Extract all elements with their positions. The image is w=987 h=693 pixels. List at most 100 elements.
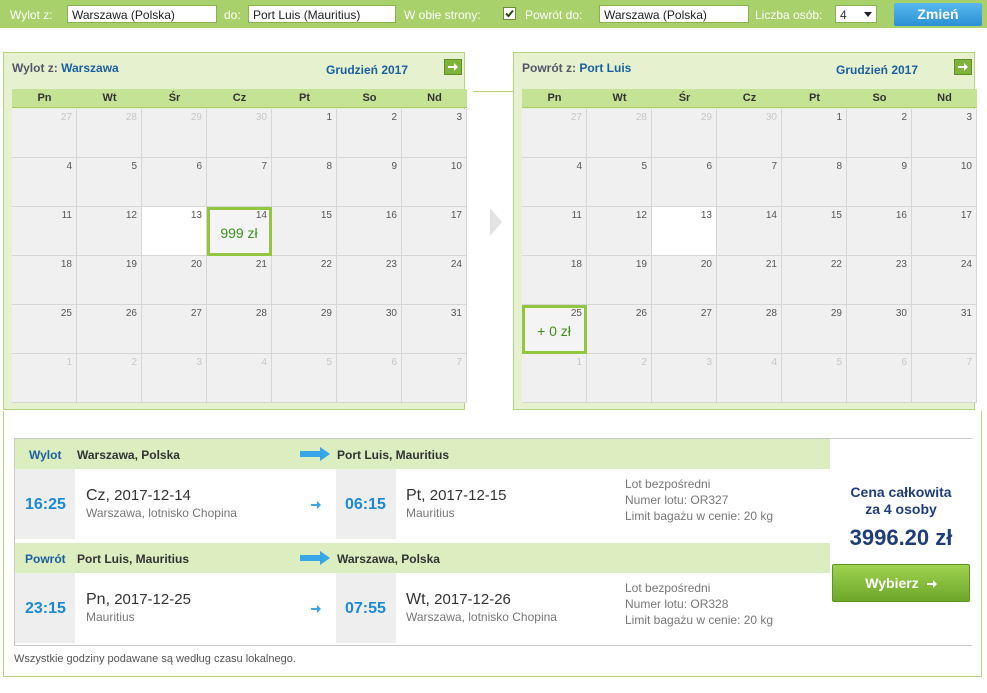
day-cell[interactable]: 11 bbox=[522, 207, 587, 256]
day-cell[interactable]: 27 bbox=[652, 305, 717, 354]
day-cell[interactable]: 3 bbox=[652, 354, 717, 403]
day-cell[interactable]: 1 bbox=[782, 109, 847, 158]
day-cell[interactable]: 8 bbox=[272, 158, 337, 207]
day-cell[interactable]: 29 bbox=[272, 305, 337, 354]
day-cell[interactable]: 31 bbox=[402, 305, 467, 354]
day-cell[interactable]: 5 bbox=[77, 158, 142, 207]
day-number: 15 bbox=[830, 210, 842, 221]
day-cell[interactable]: 2 bbox=[337, 109, 402, 158]
day-cell[interactable]: 27 bbox=[142, 305, 207, 354]
day-cell[interactable]: 11 bbox=[12, 207, 77, 256]
day-cell[interactable]: 20 bbox=[652, 256, 717, 305]
day-cell[interactable]: 30 bbox=[847, 305, 912, 354]
day-cell[interactable]: 13 bbox=[652, 207, 717, 256]
selected-day-cell[interactable]: 25 + 0 zł bbox=[522, 305, 587, 354]
persons-select[interactable]: 4 bbox=[835, 5, 877, 23]
day-cell[interactable]: 3 bbox=[912, 109, 977, 158]
day-number: 28 bbox=[255, 308, 267, 319]
day-cell[interactable]: 10 bbox=[912, 158, 977, 207]
day-cell[interactable]: 16 bbox=[337, 207, 402, 256]
day-cell[interactable]: 8 bbox=[782, 158, 847, 207]
day-cell[interactable]: 13 bbox=[142, 207, 207, 256]
next-month-button[interactable] bbox=[954, 59, 972, 75]
day-cell[interactable]: 4 bbox=[522, 158, 587, 207]
return-field[interactable]: Warszawa (Polska) bbox=[599, 5, 749, 23]
change-button[interactable]: Zmień bbox=[894, 3, 982, 26]
day-cell[interactable]: 7 bbox=[912, 354, 977, 403]
month-label: Grudzień 2017 bbox=[326, 63, 409, 77]
day-cell[interactable]: 4 bbox=[207, 354, 272, 403]
day-cell[interactable]: 27 bbox=[12, 109, 77, 158]
day-cell[interactable]: 10 bbox=[402, 158, 467, 207]
select-button[interactable]: Wybierz bbox=[832, 564, 970, 602]
total-price-title: Cena całkowita za 4 osoby bbox=[830, 484, 972, 518]
day-cell[interactable]: 9 bbox=[847, 158, 912, 207]
day-cell[interactable]: 19 bbox=[587, 256, 652, 305]
day-cell[interactable]: 24 bbox=[402, 256, 467, 305]
day-cell[interactable]: 23 bbox=[337, 256, 402, 305]
day-cell[interactable]: 15 bbox=[272, 207, 337, 256]
day-cell[interactable]: 21 bbox=[207, 256, 272, 305]
day-cell[interactable]: 12 bbox=[77, 207, 142, 256]
day-cell[interactable]: 23 bbox=[847, 256, 912, 305]
day-cell[interactable]: 25 bbox=[12, 305, 77, 354]
day-cell[interactable]: 4 bbox=[717, 354, 782, 403]
roundtrip-checkbox[interactable] bbox=[503, 7, 516, 20]
day-cell[interactable]: 2 bbox=[77, 354, 142, 403]
day-cell[interactable]: 1 bbox=[522, 354, 587, 403]
day-cell[interactable]: 6 bbox=[337, 354, 402, 403]
next-month-button[interactable] bbox=[444, 59, 462, 75]
day-cell[interactable]: 24 bbox=[912, 256, 977, 305]
day-cell[interactable]: 29 bbox=[652, 109, 717, 158]
day-cell[interactable]: 7 bbox=[402, 354, 467, 403]
day-cell[interactable]: 21 bbox=[717, 256, 782, 305]
day-cell[interactable]: 18 bbox=[522, 256, 587, 305]
day-cell[interactable]: 5 bbox=[782, 354, 847, 403]
day-cell[interactable]: 12 bbox=[587, 207, 652, 256]
day-cell[interactable]: 1 bbox=[12, 354, 77, 403]
day-cell[interactable]: 17 bbox=[912, 207, 977, 256]
flight-summary: Wylot Warszawa, Polska Port Luis, Maurit… bbox=[14, 438, 972, 646]
day-cell[interactable]: 6 bbox=[142, 158, 207, 207]
day-cell[interactable]: 14 bbox=[717, 207, 782, 256]
day-cell[interactable]: 28 bbox=[77, 109, 142, 158]
day-cell[interactable]: 3 bbox=[142, 354, 207, 403]
day-cell[interactable]: 18 bbox=[12, 256, 77, 305]
day-cell[interactable]: 30 bbox=[207, 109, 272, 158]
day-cell[interactable]: 7 bbox=[717, 158, 782, 207]
day-cell[interactable]: 28 bbox=[717, 305, 782, 354]
day-cell[interactable]: 29 bbox=[782, 305, 847, 354]
day-cell[interactable]: 22 bbox=[782, 256, 847, 305]
day-cell[interactable]: 6 bbox=[652, 158, 717, 207]
day-cell[interactable]: 6 bbox=[847, 354, 912, 403]
day-cell[interactable]: 19 bbox=[77, 256, 142, 305]
day-cell[interactable]: 16 bbox=[847, 207, 912, 256]
day-cell[interactable]: 26 bbox=[587, 305, 652, 354]
day-cell[interactable]: 5 bbox=[272, 354, 337, 403]
day-cell[interactable]: 1 bbox=[272, 109, 337, 158]
day-cell[interactable]: 26 bbox=[77, 305, 142, 354]
day-cell[interactable]: 22 bbox=[272, 256, 337, 305]
from-field[interactable]: Warszawa (Polska) bbox=[67, 5, 217, 23]
day-cell[interactable]: 2 bbox=[847, 109, 912, 158]
day-cell[interactable]: 15 bbox=[782, 207, 847, 256]
selected-day-cell[interactable]: 14 999 zł bbox=[207, 207, 272, 256]
day-cell[interactable]: 28 bbox=[587, 109, 652, 158]
day-cell[interactable]: 31 bbox=[912, 305, 977, 354]
day-cell[interactable]: 7 bbox=[207, 158, 272, 207]
day-cell[interactable]: 17 bbox=[402, 207, 467, 256]
day-cell[interactable]: 20 bbox=[142, 256, 207, 305]
day-cell[interactable]: 28 bbox=[207, 305, 272, 354]
day-cell[interactable]: 29 bbox=[142, 109, 207, 158]
day-cell[interactable]: 4 bbox=[12, 158, 77, 207]
day-cell[interactable]: 30 bbox=[717, 109, 782, 158]
weekday-header: Pt bbox=[782, 89, 847, 108]
day-cell[interactable]: 27 bbox=[522, 109, 587, 158]
to-field[interactable]: Port Luis (Mauritius) bbox=[248, 5, 396, 23]
day-cell[interactable]: 3 bbox=[402, 109, 467, 158]
day-cell[interactable]: 2 bbox=[587, 354, 652, 403]
day-cell[interactable]: 30 bbox=[337, 305, 402, 354]
search-bar: Wylot z: Warszawa (Polska) do: Port Luis… bbox=[0, 0, 987, 28]
day-cell[interactable]: 9 bbox=[337, 158, 402, 207]
day-cell[interactable]: 5 bbox=[587, 158, 652, 207]
